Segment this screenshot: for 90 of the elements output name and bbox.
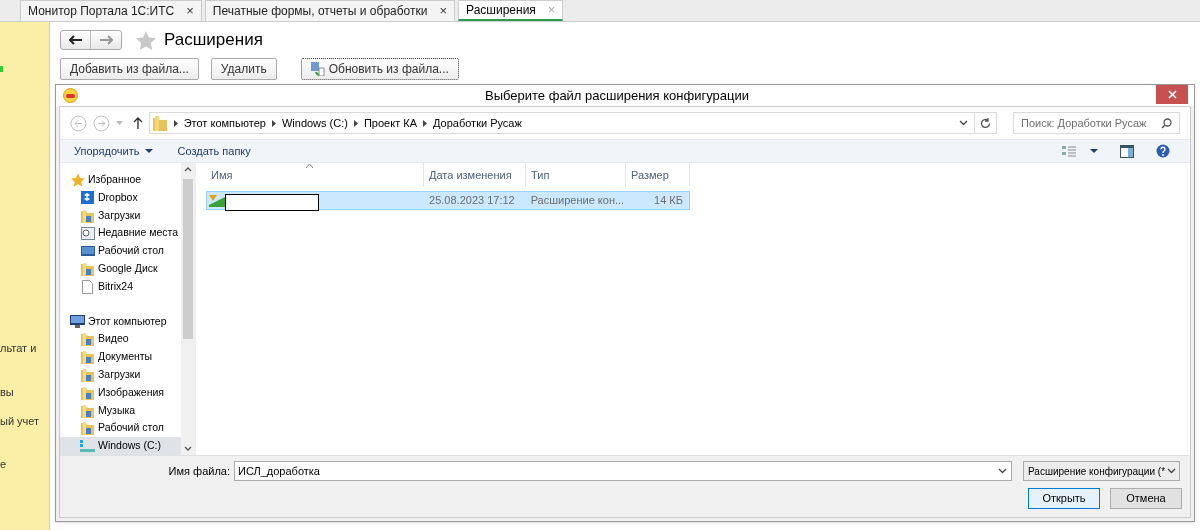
box-icon <box>80 191 95 205</box>
folder-icon <box>152 115 167 132</box>
folder-icon <box>80 208 95 223</box>
chevron-right-icon[interactable] <box>173 119 178 127</box>
folder-icon <box>80 332 95 347</box>
refresh-icon <box>980 117 992 129</box>
dropdown-caret-icon[interactable] <box>1090 149 1098 154</box>
folder-icon <box>80 261 95 276</box>
dialog-title: Выберите файл расширения конфигурации <box>484 86 750 105</box>
scroll-down-icon[interactable] <box>184 446 192 451</box>
extension-file-icon <box>209 194 225 207</box>
dropdown-caret-icon <box>145 149 154 154</box>
folder-icon <box>80 350 95 365</box>
tab[interactable]: Расширения × <box>458 0 564 21</box>
breadcrumb-item[interactable]: Доработки Русаж <box>433 114 522 132</box>
search-field[interactable]: Поиск: Доработки Русаж <box>1013 112 1180 135</box>
column-header[interactable]: Тип <box>526 163 626 188</box>
nav-item[interactable]: Google Диск <box>60 260 181 278</box>
nav-item[interactable]: Рабочий стол <box>60 242 181 261</box>
file-row[interactable]: 25.08.2023 17:12 Расширение кон... 14 КБ <box>206 191 690 211</box>
close-button[interactable] <box>1156 84 1188 104</box>
table-cell-text: 25.08.2023 17:12 <box>428 193 516 209</box>
nav-item[interactable]: Bitrix24 <box>60 277 181 296</box>
column-header[interactable]: Размер <box>626 163 690 188</box>
chevron-right-icon[interactable] <box>423 119 427 127</box>
menu-text[interactable]: льтат и <box>0 340 37 357</box>
menu-text[interactable]: е <box>0 456 7 473</box>
breadcrumb-item[interactable]: Проект КА <box>363 114 417 132</box>
close-icon[interactable]: × <box>186 1 194 21</box>
tab[interactable]: Печатные формы, отчеты и обработки × <box>204 0 456 21</box>
scroll-up-icon[interactable] <box>184 167 192 173</box>
right-arrow-icon <box>99 35 113 45</box>
nav-item[interactable]: Видео <box>60 330 181 349</box>
preview-pane-icon[interactable] <box>1120 144 1134 158</box>
up-arrow-icon[interactable] <box>132 117 143 130</box>
nav-item[interactable]: Загрузки <box>60 366 181 384</box>
nav-item[interactable]: Изображения <box>60 383 181 402</box>
table-cell-text: 14 КБ <box>653 193 684 209</box>
nav-item[interactable]: Недавние места <box>60 224 181 243</box>
monitor-icon <box>80 245 95 257</box>
breadcrumb-item[interactable]: Windows (C:) <box>281 114 348 132</box>
nav-item[interactable]: Музыка <box>60 401 181 420</box>
search-icon <box>1161 117 1172 129</box>
column-header[interactable]: Имя <box>206 163 424 188</box>
toolbar-button[interactable]: Добавить из файла... <box>60 58 199 80</box>
file-icon <box>80 279 95 294</box>
chevron-down-icon[interactable] <box>959 120 969 127</box>
help-icon[interactable] <box>1156 144 1170 159</box>
nav-item[interactable]: Dropbox <box>60 188 181 207</box>
chevron-right-icon[interactable] <box>271 119 276 127</box>
address-bar[interactable]: Этот компьютер Windows (C:) Проект КА Доработки Русаж <box>148 112 976 135</box>
update-file-icon <box>310 62 325 76</box>
dialog-button[interactable]: Открыть <box>1028 488 1100 509</box>
folder-icon <box>80 367 95 382</box>
chevron-down-icon <box>1167 468 1176 474</box>
menu-text[interactable]: вы <box>0 384 14 401</box>
nav-item[interactable]: Загрузки <box>60 206 181 225</box>
breadcrumb-item[interactable]: Этот компьютер <box>183 114 266 132</box>
close-icon <box>1167 89 1177 99</box>
star-icon <box>70 172 85 187</box>
dialog-button[interactable]: Отмена <box>1110 488 1182 509</box>
tab[interactable]: Монитор Портала 1С:ИТС × <box>20 0 202 21</box>
column-header[interactable]: Дата изменения <box>424 163 526 188</box>
nav-item[interactable]: Этот компьютер <box>60 312 181 331</box>
folder-icon <box>80 385 95 400</box>
left-arrow-icon <box>68 35 83 45</box>
star-icon[interactable] <box>136 30 156 50</box>
file-name-label: Имя файла: <box>167 463 230 479</box>
chevron-right-icon[interactable] <box>353 119 358 127</box>
computer-icon <box>70 315 85 328</box>
file-name-field[interactable]: ИСЛ_доработка <box>234 461 1012 481</box>
window-icon <box>80 226 95 240</box>
toolbar-button[interactable]: Создать папку <box>177 142 251 160</box>
toolbar-button[interactable]: Удалить <box>210 58 277 80</box>
table-cell-text: Расширение кон... <box>529 193 626 209</box>
folder-icon <box>80 421 95 436</box>
page-title: Расширения <box>164 29 263 52</box>
nav-item[interactable]: Документы <box>60 348 181 366</box>
scrollbar[interactable] <box>181 163 195 455</box>
close-icon[interactable]: × <box>439 1 448 21</box>
toolbar-button[interactable]: Упорядочить <box>74 142 154 160</box>
menu-text[interactable]: ый учет <box>0 413 40 430</box>
toolbar-button[interactable]: Обновить из файла... <box>300 58 459 80</box>
nav-item[interactable]: Рабочий стол <box>60 419 181 438</box>
folder-icon <box>80 403 95 418</box>
chevron-down-icon <box>998 468 1007 474</box>
nav-item[interactable]: Избранное <box>60 171 181 189</box>
nav-item[interactable]: Windows (C:) <box>60 437 181 455</box>
refresh-button[interactable] <box>975 112 997 135</box>
file-type-dropdown[interactable]: Расширение конфигурации (* <box>1023 461 1180 481</box>
